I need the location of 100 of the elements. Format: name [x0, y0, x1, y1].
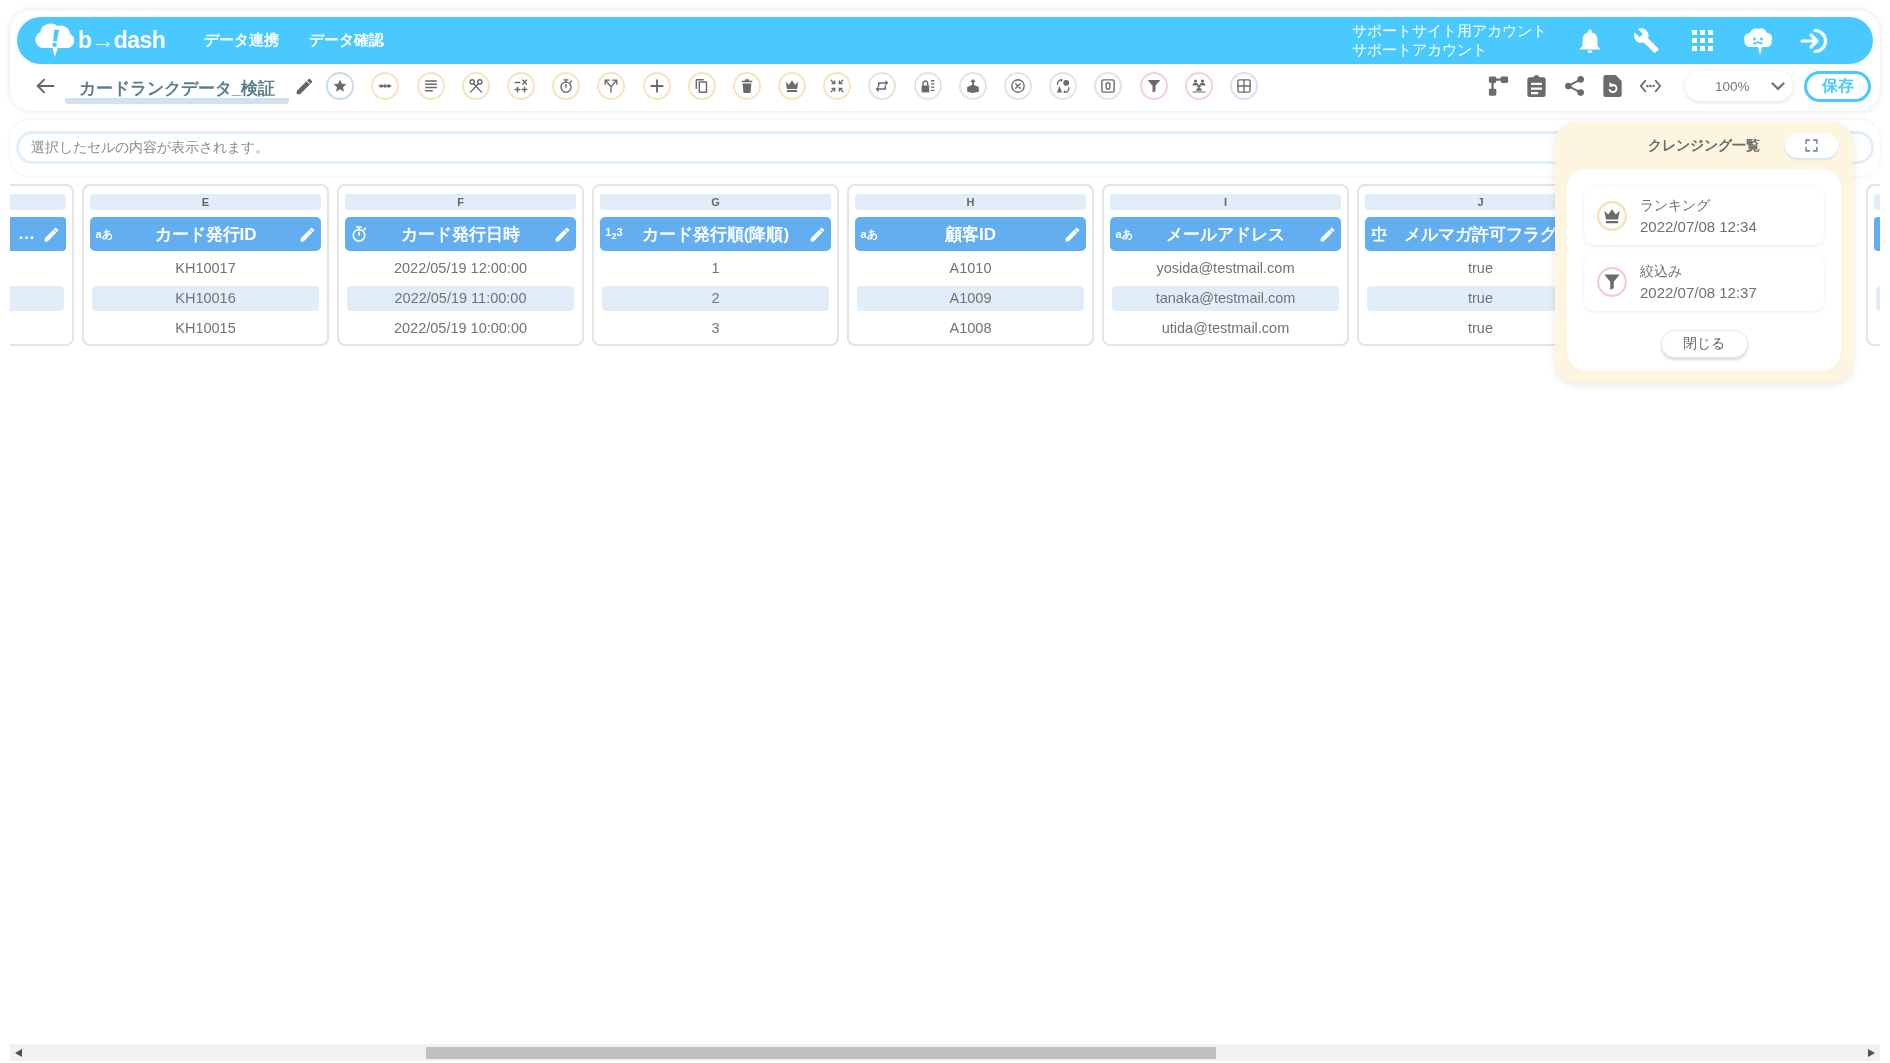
tool-button[interactable] [823, 72, 852, 100]
fork-arrows-icon [604, 79, 619, 93]
column-header[interactable]: 1$_{2}$3 カード発行順(降順) [600, 217, 831, 251]
tool-button[interactable] [778, 72, 807, 100]
cleansing-time: 2022/07/08 12:34 [1640, 217, 1757, 237]
column-header[interactable]: カード発行日時 [345, 217, 576, 251]
table-cell: A1009 [857, 286, 1084, 311]
column-title: … [18, 224, 35, 244]
table-cell-text: yosida@testmail.com [1155, 259, 1296, 278]
tool-button[interactable] [1049, 72, 1078, 100]
table-cell-text: 2022/05/19 10:00:00 [392, 319, 528, 338]
table-cell: KH10016 [92, 286, 319, 311]
table-cell [10, 286, 64, 311]
scrollbar-track[interactable] [10, 1044, 1880, 1061]
type-label: 1$_{2}$3 [605, 226, 623, 242]
column-letter: F [345, 194, 576, 210]
stopwatch-icon [351, 226, 367, 242]
tool-button[interactable] [913, 72, 942, 100]
tool-button[interactable] [1184, 72, 1213, 100]
expand-icon [1805, 139, 1818, 152]
lock-icon [920, 79, 935, 93]
tool-button[interactable] [642, 72, 671, 100]
table-cell-text: KH10015 [174, 319, 237, 338]
share-icon[interactable] [1563, 75, 1585, 97]
star-icon [333, 79, 348, 93]
column-title: メールアドレス [1166, 223, 1285, 246]
stopwatch-icon [559, 79, 574, 93]
dataset-title[interactable]: カードランクデータ_検証 [65, 76, 290, 104]
close-button[interactable]: 閉じる [1660, 330, 1748, 358]
box-arrow-icon [965, 79, 980, 93]
tool-button[interactable] [1004, 72, 1032, 100]
table-cell: tanaka@testmail.com [1112, 286, 1339, 311]
funnel-icon [1146, 79, 1161, 93]
table-cell-text: true [1467, 319, 1494, 338]
tool-button[interactable] [461, 72, 490, 100]
column-letter [1874, 194, 1880, 210]
copy-icon [694, 79, 709, 93]
table-cell-text: utida@testmail.com [1160, 319, 1291, 338]
cleansing-item[interactable]: ランキング 2022/07/08 12:34 [1584, 187, 1824, 245]
tool-button[interactable] [371, 72, 400, 100]
math-symbols-icon [513, 79, 528, 93]
column-letter: G [600, 194, 831, 210]
tool-button[interactable] [687, 72, 716, 100]
column-header[interactable]: aあ カード発行ID [90, 217, 321, 251]
column-header[interactable]: aあ メールアドレス [1110, 217, 1341, 251]
cleansing-time: 2022/07/08 12:37 [1640, 283, 1757, 303]
tool-button[interactable] [506, 72, 535, 100]
type-label: aあ [1115, 226, 1133, 242]
tool-button[interactable] [552, 72, 581, 100]
people-icon [1191, 79, 1206, 93]
cleansing-name: ランキング [1640, 196, 1711, 215]
save-button[interactable]: 保存 [1804, 70, 1871, 102]
shrink-arrows-icon [830, 79, 845, 93]
column-title: カード発行日時 [401, 223, 520, 246]
caret-left-icon[interactable] [15, 1048, 22, 1057]
nav-link[interactable]: データ確認 [309, 31, 385, 50]
back-arrow-icon[interactable] [34, 76, 56, 96]
tool-button[interactable] [416, 72, 445, 100]
tool-button[interactable] [1229, 72, 1258, 100]
chevron-down-icon [1771, 79, 1785, 93]
cross-circle-icon [1011, 79, 1025, 93]
file-refresh-icon[interactable] [1601, 75, 1623, 97]
pencil-icon[interactable] [296, 77, 314, 95]
column-title: 顧客ID [945, 223, 996, 246]
tool-button[interactable] [868, 72, 897, 100]
table-cell: 2 [602, 286, 829, 311]
table-cell-text: true [1467, 259, 1494, 278]
panel-title: クレンジング一覧 [1648, 136, 1760, 155]
table-cell-text: 3 [710, 319, 721, 338]
column-letter: E [90, 194, 321, 210]
clipboard-icon[interactable] [1525, 75, 1547, 97]
cleansing-item[interactable]: 絞込み 2022/07/08 12:37 [1584, 253, 1824, 311]
tool-button[interactable] [958, 72, 987, 100]
scrollbar-thumb[interactable] [426, 1046, 1216, 1059]
column-title: カード発行ID [154, 223, 257, 246]
table-cell: 2022/05/19 11:00:00 [347, 286, 574, 311]
zoom-select[interactable]: 100% [1685, 71, 1793, 101]
boxed-zero-icon [1101, 79, 1116, 93]
account-label: サポートサイト用アカウント [1352, 22, 1547, 41]
type-label: aあ [860, 226, 878, 242]
tool-button[interactable] [597, 72, 626, 100]
flowchart-icon[interactable] [1487, 75, 1509, 97]
column-header[interactable]: … [10, 217, 66, 251]
plus-icon [649, 79, 664, 93]
caret-right-icon[interactable] [1868, 1048, 1875, 1057]
column-header[interactable]: aあ 顧客ID [855, 217, 1086, 251]
expand-button[interactable] [1785, 133, 1838, 158]
trash-icon [739, 79, 754, 93]
column-title: カード発行順(降順) [641, 223, 790, 246]
nav-link[interactable]: データ連携 [204, 31, 280, 50]
tool-button[interactable] [1094, 72, 1123, 100]
logo-wordmark: b→dash [78, 27, 166, 54]
tool-button[interactable] [732, 72, 761, 100]
table-cell-text: 2022/05/19 12:00:00 [392, 259, 528, 278]
tool-button[interactable] [1139, 72, 1168, 100]
tool-button[interactable] [326, 72, 355, 100]
table-cell-text: A1008 [948, 319, 993, 338]
cloud-logo-icon [34, 23, 74, 58]
scale-icon [1371, 226, 1387, 242]
column-letter [10, 194, 66, 210]
